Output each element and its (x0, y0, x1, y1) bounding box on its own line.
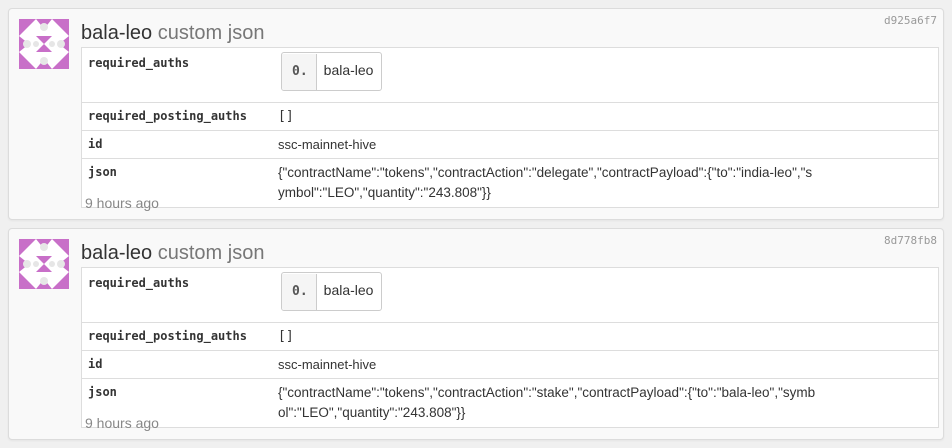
auth-account: bala-leo (323, 62, 374, 78)
op-details-table: required_auths 0. bala-leo required_posti… (81, 267, 939, 428)
json-payload: {"contractName":"tokens","contractAction… (278, 165, 813, 200)
op-hash-link[interactable]: d925a6f7 (884, 14, 937, 27)
field-key: required_auths (88, 56, 190, 70)
op-type-label: custom json (157, 242, 265, 264)
auth-entry[interactable]: 0. bala-leo (281, 272, 383, 311)
field-value: [] (270, 102, 939, 131)
operations-feed: bala-leo custom json d925a6f7 required_a… (0, 0, 952, 448)
table-row: required_auths 0. bala-leo (82, 268, 939, 323)
table-row: id ssc-mainnet-hive (81, 350, 939, 379)
operation-title: bala-leo custom json (81, 21, 264, 45)
field-value: {"contractName":"tokens","contractAction… (270, 158, 939, 208)
operation-card: bala-leo custom json d925a6f7 required_a… (8, 8, 944, 220)
table-row: required_auths 0. bala-leo (82, 48, 939, 103)
op-timestamp[interactable]: 9 hours ago (85, 195, 159, 211)
field-value: ssc-mainnet-hive (270, 350, 939, 379)
op-timestamp[interactable]: 9 hours ago (85, 415, 159, 431)
table-row: id ssc-mainnet-hive (81, 130, 939, 159)
field-value: 0. bala-leo (270, 48, 939, 103)
field-value: {"contractName":"tokens","contractAction… (270, 378, 939, 428)
field-value: ssc-mainnet-hive (270, 130, 939, 159)
table-row: required_posting_auths [] (81, 322, 939, 351)
op-details-table: required_auths 0. bala-leo required_posti… (81, 47, 939, 208)
op-user-link[interactable]: bala-leo (81, 22, 152, 44)
op-hash-link[interactable]: 8d778fb8 (884, 234, 937, 247)
field-value: [] (270, 322, 939, 351)
operation-card: bala-leo custom json 8d778fb8 required_a… (8, 228, 944, 440)
field-value: 0. bala-leo (270, 268, 939, 323)
field-key: required_posting_auths (81, 102, 270, 131)
identicon-avatar[interactable] (19, 239, 69, 289)
identicon-icon (19, 19, 69, 69)
field-key: id (81, 350, 270, 379)
field-key: id (81, 130, 270, 159)
table-row: json {"contractName":"tokens","contractA… (81, 158, 939, 208)
identicon-icon (19, 239, 69, 289)
auth-index: 0. (282, 274, 317, 310)
table-row: required_posting_auths [] (81, 102, 939, 131)
op-type-label: custom json (157, 22, 265, 44)
table-row: json {"contractName":"tokens","contractA… (81, 378, 939, 428)
json-payload: {"contractName":"tokens","contractAction… (278, 385, 816, 420)
field-key: required_auths (88, 276, 190, 290)
operation-title: bala-leo custom json (81, 241, 264, 265)
field-key: required_posting_auths (81, 322, 270, 351)
auth-account: bala-leo (323, 282, 374, 298)
auth-index: 0. (282, 54, 317, 90)
identicon-avatar[interactable] (19, 19, 69, 69)
op-user-link[interactable]: bala-leo (81, 242, 152, 264)
auth-entry[interactable]: 0. bala-leo (281, 52, 383, 91)
